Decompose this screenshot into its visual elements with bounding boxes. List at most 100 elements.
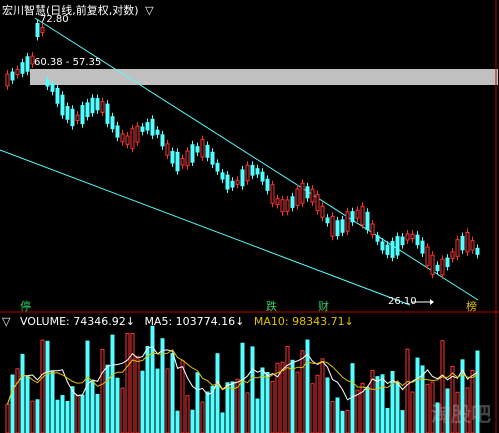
candle-body xyxy=(235,179,240,185)
candle-body xyxy=(390,241,395,258)
volume-bar xyxy=(65,400,70,433)
candle-body xyxy=(415,234,420,246)
volume-bar xyxy=(335,397,340,433)
candle-body xyxy=(115,125,120,138)
candle-body xyxy=(280,199,285,213)
volume-bar xyxy=(290,359,295,433)
volume-bar xyxy=(185,395,190,433)
band-price-label: 60.38 - 57.35 xyxy=(34,57,102,68)
candle-body xyxy=(135,125,140,143)
candle-body xyxy=(425,246,430,266)
candle-body xyxy=(140,126,145,132)
volume-bar xyxy=(255,398,260,433)
volume-bar xyxy=(20,353,25,433)
candle-body xyxy=(260,171,265,182)
candle-body xyxy=(200,139,205,158)
volume-bar xyxy=(385,407,390,433)
candle-body xyxy=(385,244,390,255)
candle-body xyxy=(355,209,360,219)
volume-bar xyxy=(400,410,405,433)
badge-drop[interactable]: 跌 xyxy=(266,298,277,314)
candle-body xyxy=(45,79,50,87)
candle-body xyxy=(465,232,470,253)
candle-body xyxy=(370,223,375,236)
candle-body xyxy=(300,182,305,204)
volume-bar xyxy=(70,386,75,433)
chart-title[interactable]: 宏川智慧(日线,前复权,对数) ▽ xyxy=(2,2,154,18)
candle-body xyxy=(145,122,150,131)
candle-body xyxy=(395,236,400,256)
candle-body xyxy=(255,168,260,175)
candle-body xyxy=(220,172,225,180)
candle-body xyxy=(165,143,170,156)
volume-bar xyxy=(55,399,60,433)
volume-bar xyxy=(260,367,265,433)
volume-bar xyxy=(50,371,55,433)
candle-body xyxy=(290,196,295,208)
volume-bar xyxy=(120,387,125,433)
candle-body xyxy=(180,158,185,166)
candle-body xyxy=(240,169,245,187)
volume-bar xyxy=(145,346,150,433)
volume-bar xyxy=(240,342,245,433)
candle-body xyxy=(330,215,335,237)
volume-bar xyxy=(165,368,170,433)
candle-body xyxy=(305,186,310,199)
candle-body xyxy=(85,102,90,118)
volume-bar xyxy=(40,339,45,433)
volume-value: VOLUME: 74346.92↓ xyxy=(19,315,135,328)
volume-bar xyxy=(5,403,10,433)
candle-body xyxy=(25,56,30,72)
candle-body xyxy=(470,240,475,251)
price-band xyxy=(30,69,498,85)
volume-bar xyxy=(250,346,255,433)
candle-body xyxy=(10,71,15,81)
volume-bar xyxy=(295,371,300,433)
volume-bar xyxy=(230,381,235,433)
candle-body xyxy=(310,188,315,203)
badge-rank[interactable]: 榜 xyxy=(466,298,477,314)
volume-bar xyxy=(190,409,195,433)
volume-bar xyxy=(195,372,200,433)
candle-body xyxy=(315,194,320,212)
volume-bar xyxy=(95,393,100,433)
badge-finance[interactable]: 财 xyxy=(318,298,329,314)
candle-body xyxy=(225,174,230,190)
volume-bar xyxy=(265,372,270,433)
triangle-down-icon[interactable]: ▽ xyxy=(145,4,153,17)
volume-bar xyxy=(330,400,335,433)
volume-bar xyxy=(115,377,120,433)
candle-body xyxy=(460,235,465,251)
candle-body xyxy=(360,205,365,226)
candle-body xyxy=(380,241,385,251)
triangle-down-icon[interactable]: ▽ xyxy=(2,315,10,328)
candle-body xyxy=(285,199,290,212)
volume-bar xyxy=(310,383,315,433)
candle-body xyxy=(20,62,25,74)
badge-halt[interactable]: 停 xyxy=(20,298,31,314)
volume-bar xyxy=(15,368,20,433)
candle-body xyxy=(335,220,340,237)
candle-body xyxy=(80,105,85,125)
candle-body xyxy=(265,178,270,191)
volume-bar xyxy=(200,401,205,433)
watermark: 淘股吧 xyxy=(431,402,491,426)
volume-bar xyxy=(170,353,175,433)
volume-bar xyxy=(350,363,355,433)
volume-bar xyxy=(315,374,320,433)
candle-body xyxy=(230,180,235,188)
volume-bar xyxy=(320,358,325,433)
volume-bar xyxy=(410,391,415,433)
candle-body xyxy=(70,108,75,127)
volume-bar xyxy=(155,368,160,433)
volume-bar xyxy=(220,412,225,433)
volume-bar xyxy=(45,340,50,433)
volume-header: ▽ VOLUME: 74346.92↓ MA5: 103774.16↓ MA10… xyxy=(2,315,360,328)
candle-body xyxy=(410,233,415,240)
volume-bar xyxy=(280,361,285,433)
candle-body xyxy=(100,101,105,113)
candle-body xyxy=(105,103,110,124)
volume-bar xyxy=(425,383,430,433)
candle-body xyxy=(210,151,215,165)
candle-body xyxy=(275,198,280,206)
